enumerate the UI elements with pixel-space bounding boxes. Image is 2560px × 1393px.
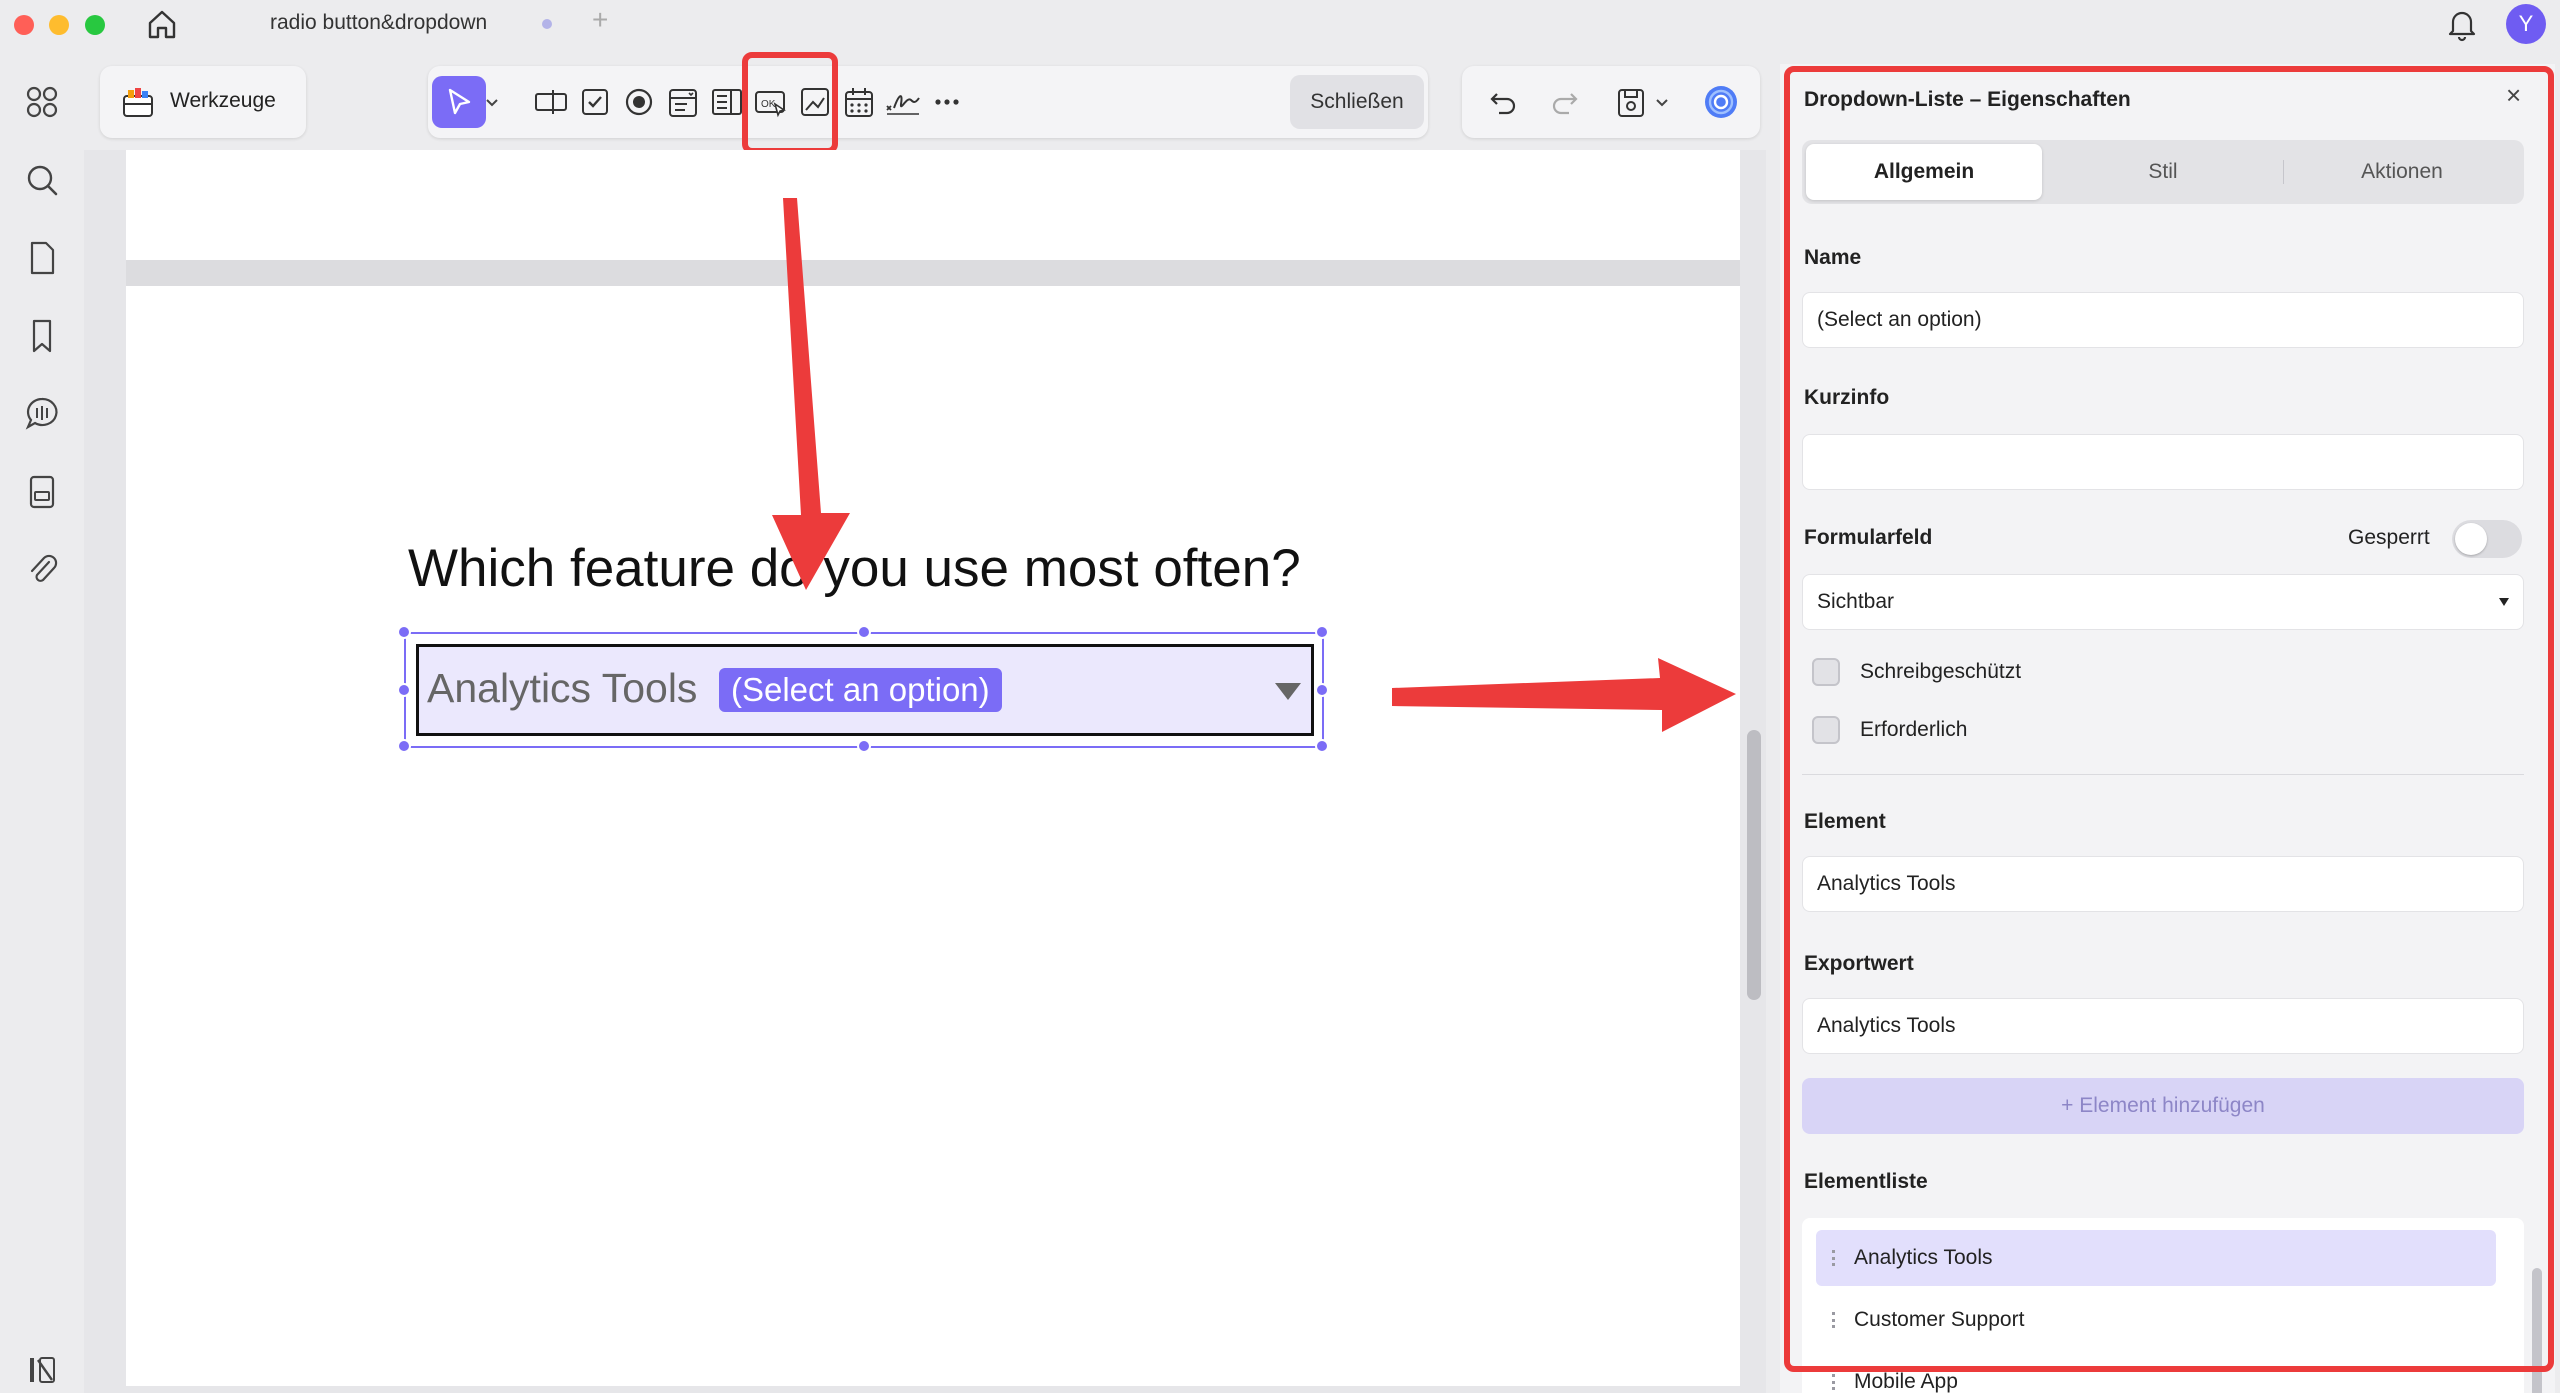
more-icon[interactable] xyxy=(920,76,974,128)
page-icon[interactable] xyxy=(22,238,62,278)
sidebar-toggle-icon[interactable] xyxy=(22,1350,62,1390)
tools-button[interactable]: Werkzeuge xyxy=(100,66,306,138)
ai-assistant-icon[interactable] xyxy=(1694,76,1748,128)
undo-icon[interactable] xyxy=(1476,76,1530,128)
resize-handle[interactable] xyxy=(397,625,411,639)
resize-handle[interactable] xyxy=(1315,683,1329,697)
window-zoom-button[interactable] xyxy=(85,15,105,35)
properties-panel-highlight xyxy=(1784,66,2554,1372)
title-bar: radio button&dropdown + Y xyxy=(0,0,2560,48)
resize-handle[interactable] xyxy=(1315,625,1329,639)
close-form-mode-button[interactable]: Schließen xyxy=(1290,75,1424,129)
chevron-down-icon[interactable] xyxy=(1650,76,1674,128)
dropdown-value: Analytics Tools xyxy=(427,665,698,711)
tab-title[interactable]: radio button&dropdown xyxy=(270,11,487,35)
question-text: Which feature do you use most often? xyxy=(408,539,1301,598)
window-minimize-button[interactable] xyxy=(49,15,69,35)
resize-handle[interactable] xyxy=(1315,739,1329,753)
document-scrollbar[interactable] xyxy=(1747,730,1761,1000)
dropdown-field[interactable]: Analytics Tools (Select an option) xyxy=(416,644,1314,736)
edit-toolbar xyxy=(1462,66,1760,138)
page-previous xyxy=(126,150,1740,260)
dropdown-arrow-icon[interactable] xyxy=(1275,683,1301,700)
resize-handle[interactable] xyxy=(857,625,871,639)
unsaved-dot xyxy=(542,19,552,29)
resize-handle[interactable] xyxy=(857,739,871,753)
grid-icon[interactable] xyxy=(22,82,62,122)
search-icon[interactable] xyxy=(22,160,62,200)
cursor-icon[interactable] xyxy=(432,76,486,128)
dropdown-tool-highlight xyxy=(742,52,838,154)
window-close-button[interactable] xyxy=(14,15,34,35)
left-sidebar xyxy=(0,48,84,1393)
form-toolbar: OK Schließen xyxy=(428,66,1428,138)
attachment-icon[interactable] xyxy=(22,550,62,590)
resize-handle[interactable] xyxy=(397,683,411,697)
bookmark-icon[interactable] xyxy=(22,316,62,356)
comment-icon[interactable] xyxy=(22,394,62,434)
resize-handle[interactable] xyxy=(397,739,411,753)
drag-handle-icon[interactable] xyxy=(1832,1374,1836,1390)
home-icon[interactable] xyxy=(142,6,182,42)
avatar[interactable]: Y xyxy=(2506,4,2546,44)
toolbox-icon xyxy=(120,84,156,120)
document-page xyxy=(126,286,1740,1386)
bell-icon[interactable] xyxy=(2444,6,2480,42)
dropdown-placeholder-badge: (Select an option) xyxy=(719,668,1002,712)
redo-icon[interactable] xyxy=(1538,76,1592,128)
chevron-down-icon[interactable] xyxy=(480,76,504,128)
list-item-label: Mobile App xyxy=(1854,1370,1958,1393)
new-tab-button[interactable]: + xyxy=(592,4,608,36)
form-icon[interactable] xyxy=(22,472,62,512)
page-separator xyxy=(126,260,1740,286)
tools-label: Werkzeuge xyxy=(170,89,276,112)
